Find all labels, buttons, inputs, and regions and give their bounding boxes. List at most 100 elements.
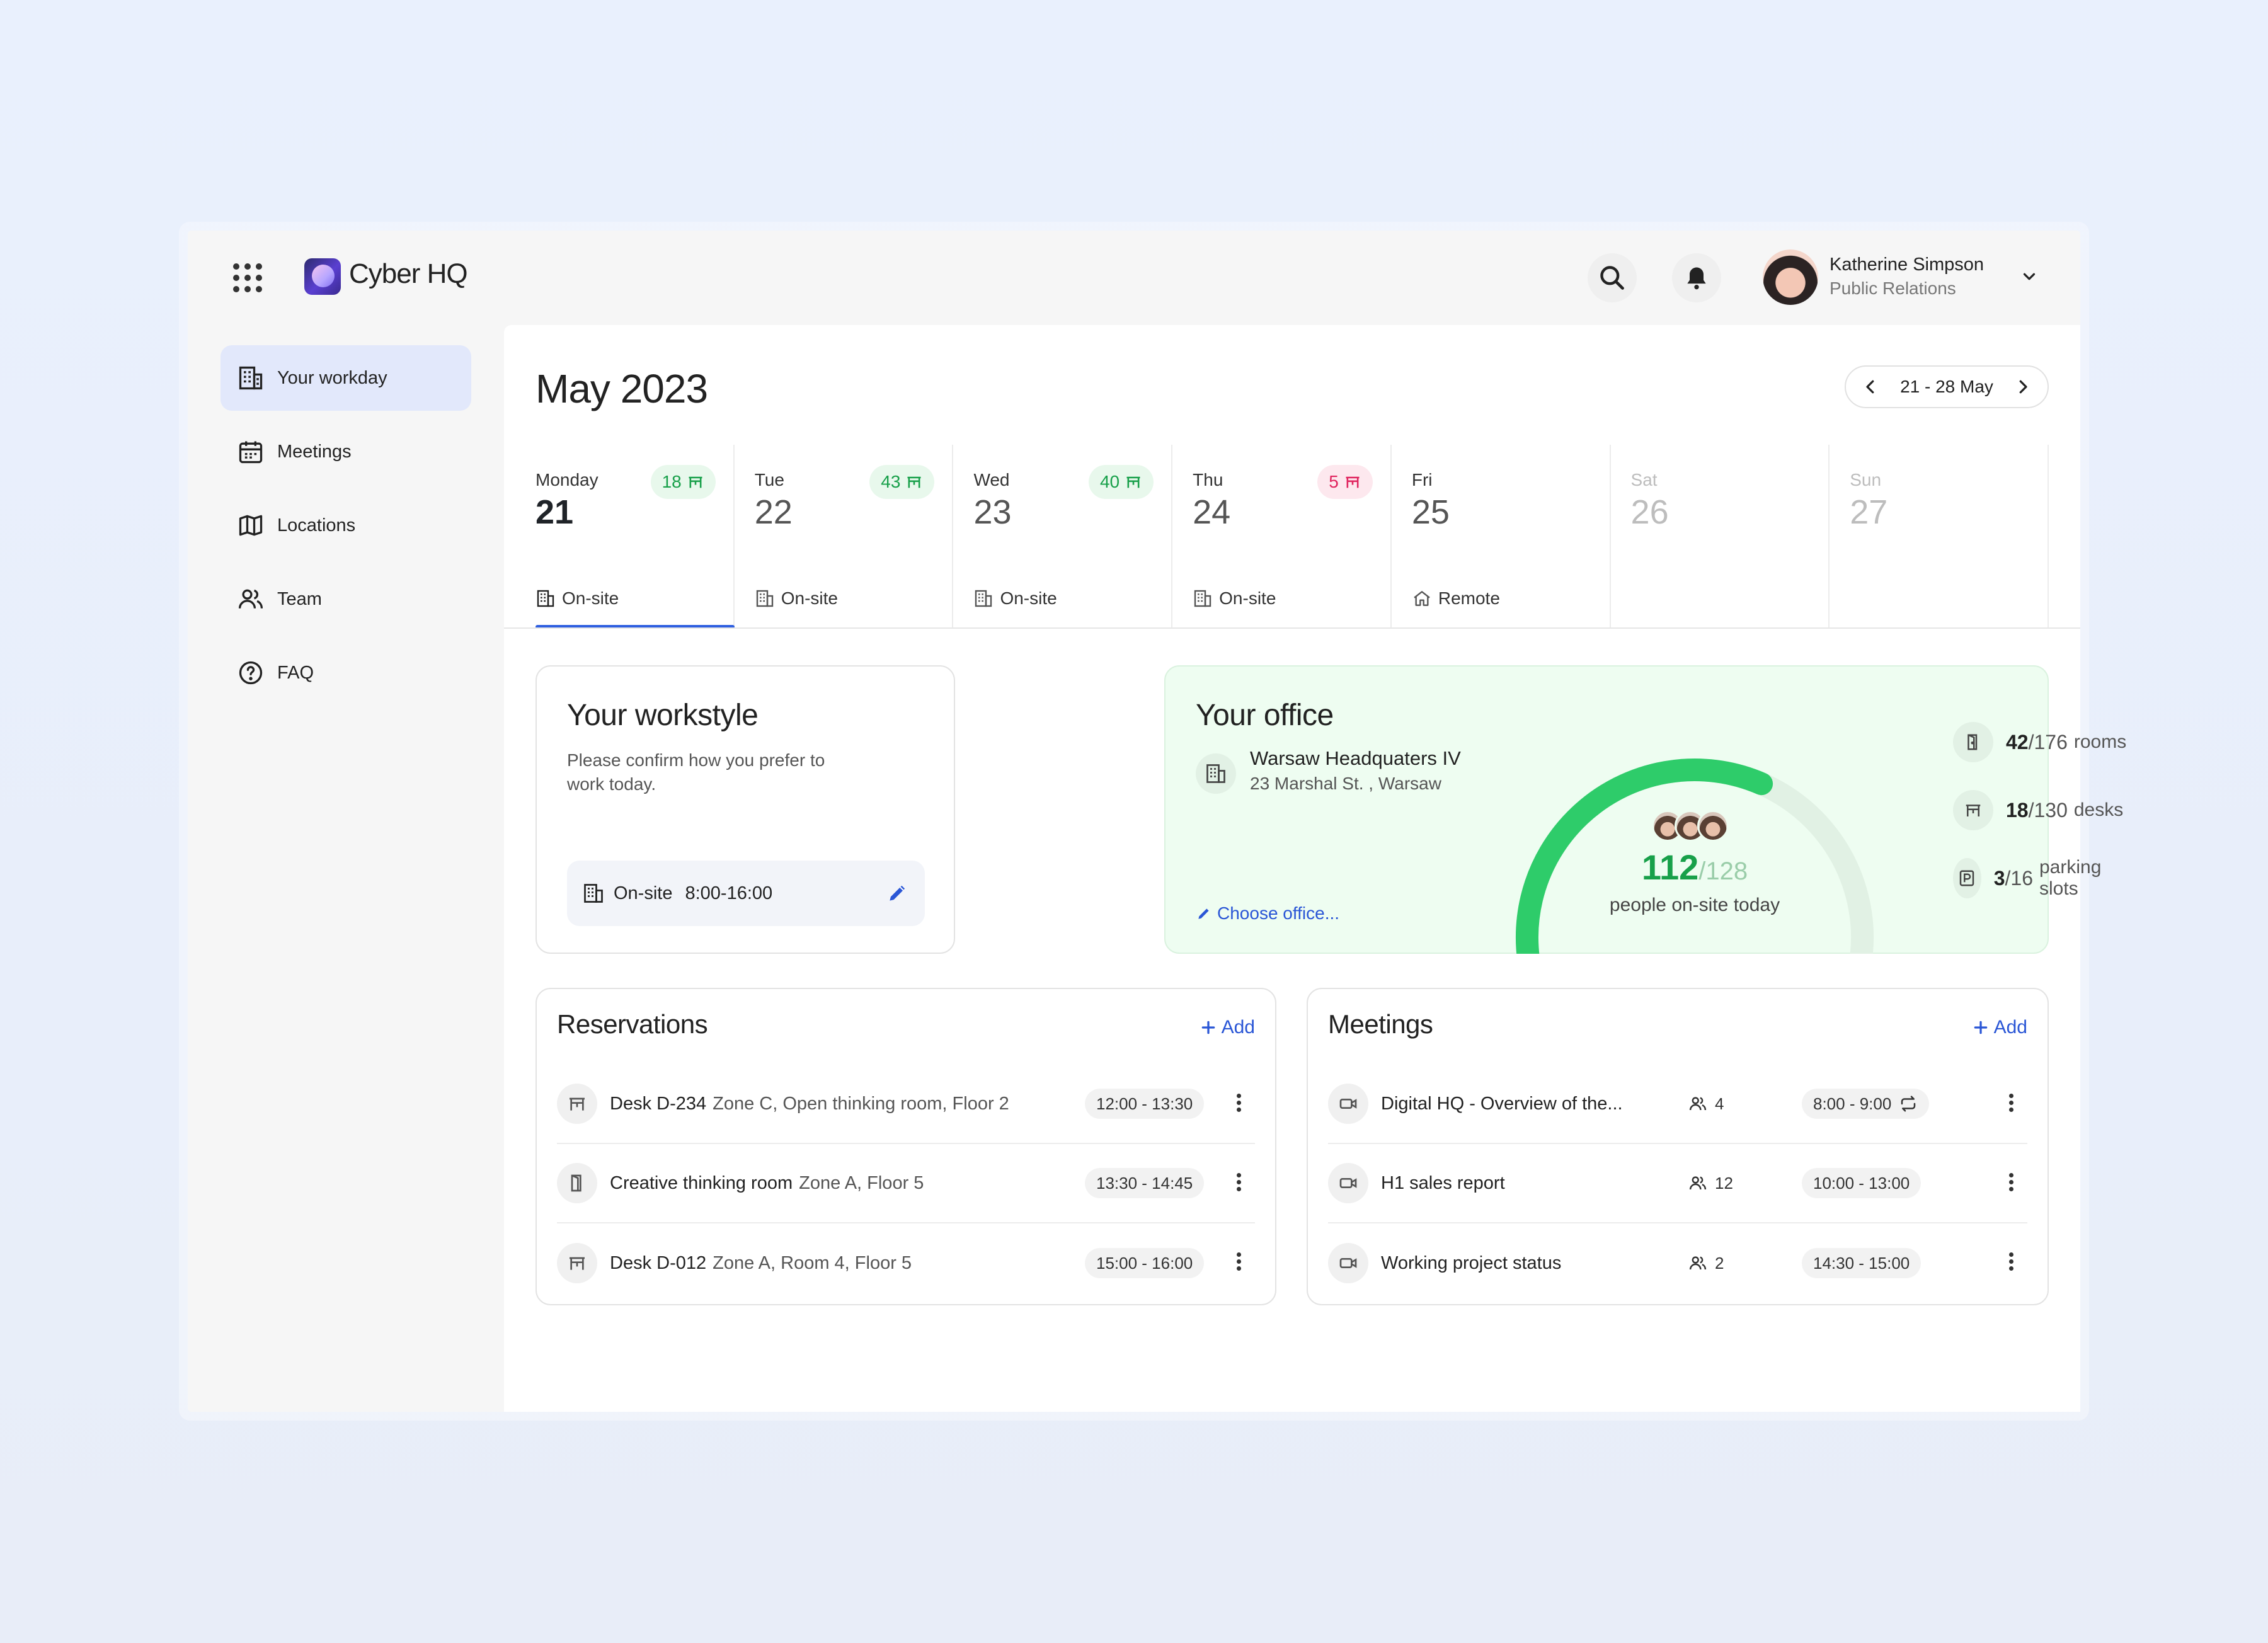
more-options-icon[interactable] bbox=[2009, 1172, 2013, 1193]
top-bar: Cyber HQ Katherine Simpson Public Relati… bbox=[188, 231, 2080, 325]
workstyle-card: Your workstyle Please confirm how you pr… bbox=[536, 665, 955, 954]
bell-icon bbox=[1687, 267, 1706, 290]
stat-parking: 3/16 parking slots bbox=[1953, 857, 2114, 899]
pencil-icon[interactable] bbox=[886, 881, 910, 905]
reservation-time: 15:00 - 16:00 bbox=[1085, 1248, 1205, 1278]
more-options-icon[interactable] bbox=[2009, 1092, 2013, 1113]
workstyle-title: Your workstyle bbox=[567, 699, 759, 732]
more-options-icon[interactable] bbox=[1237, 1172, 1241, 1193]
day-name: Sun bbox=[1850, 470, 1882, 489]
building-icon bbox=[756, 590, 773, 607]
sidebar-item-label: Meetings bbox=[277, 441, 352, 462]
day-tab-thursday[interactable]: Thu 24 5 On-site bbox=[1172, 445, 1392, 627]
day-number: 25 bbox=[1411, 493, 1450, 531]
office-address: 23 Marshal St. , Warsaw bbox=[1250, 774, 1441, 793]
user-role: Public Relations bbox=[1830, 278, 1956, 298]
chevron-right-icon[interactable] bbox=[2013, 377, 2032, 396]
video-camera-icon bbox=[1328, 1243, 1368, 1283]
list-item[interactable]: Desk D-234 Zone C, Open thinking room, F… bbox=[557, 1065, 1255, 1144]
day-tab-saturday[interactable]: Sat 26 bbox=[1611, 445, 1830, 627]
desk-icon bbox=[907, 476, 921, 488]
day-name: Sat bbox=[1630, 470, 1658, 489]
day-name: Monday bbox=[536, 470, 598, 489]
home-icon bbox=[1414, 591, 1430, 606]
sidebar-item-faq[interactable]: FAQ bbox=[220, 640, 471, 706]
day-workmode: On-site bbox=[536, 588, 619, 609]
sidebar-item-your-workday[interactable]: Your workday bbox=[220, 345, 471, 411]
day-tab-friday[interactable]: Fri 25 Remote bbox=[1392, 445, 1611, 627]
office-card: Your office Warsaw Headquaters IV 23 Mar… bbox=[1164, 665, 2126, 954]
list-item[interactable]: Digital HQ - Overview of the... 4 8:00 -… bbox=[1328, 1065, 2027, 1144]
sidebar-item-locations[interactable]: Locations bbox=[220, 493, 471, 558]
chevron-left-icon[interactable] bbox=[1861, 377, 1880, 396]
list-item[interactable]: H1 sales report 12 10:00 - 13:00 bbox=[1328, 1144, 2027, 1223]
search-icon bbox=[1600, 266, 1624, 290]
building-icon bbox=[1196, 753, 1236, 794]
desk-icon bbox=[1346, 476, 1360, 488]
workstyle-hours: 8:00-16:00 bbox=[685, 883, 773, 903]
desk-availability-badge: 40 bbox=[1088, 465, 1154, 499]
day-tab-sunday[interactable]: Sun 27 bbox=[1830, 445, 2049, 627]
app-logo bbox=[304, 258, 341, 295]
recurring-icon bbox=[1901, 1096, 1916, 1112]
list-item[interactable]: Working project status 2 14:30 - 15:00 bbox=[1328, 1223, 2027, 1303]
door-icon bbox=[557, 1163, 597, 1203]
day-number: 22 bbox=[754, 493, 793, 531]
day-workmode: On-site bbox=[755, 588, 838, 609]
workstyle-selector[interactable]: On-site 8:00-16:00 bbox=[567, 861, 925, 926]
list-item[interactable]: Creative thinking room Zone A, Floor 5 1… bbox=[557, 1144, 1255, 1223]
video-camera-icon bbox=[1328, 1084, 1368, 1124]
reservation-detail: Zone A, Floor 5 bbox=[799, 1172, 924, 1193]
day-number: 26 bbox=[1630, 493, 1669, 531]
user-avatar[interactable] bbox=[1763, 249, 1818, 305]
meeting-time: 14:30 - 15:00 bbox=[1802, 1248, 1922, 1278]
meeting-attendees: 2 bbox=[1688, 1254, 1724, 1273]
pencil-icon bbox=[1198, 908, 1209, 919]
search-button[interactable] bbox=[1588, 253, 1637, 302]
day-tab-tuesday[interactable]: Tue 22 43 On-site bbox=[735, 445, 954, 627]
workstyle-subtitle: Please confirm how you prefer to work to… bbox=[567, 750, 825, 794]
more-options-icon[interactable] bbox=[2009, 1251, 2013, 1272]
user-name: Katherine Simpson bbox=[1830, 255, 1984, 275]
calendar-icon bbox=[239, 441, 263, 464]
parking-icon bbox=[1960, 870, 1974, 886]
day-tab-wednesday[interactable]: Wed 23 40 On-site bbox=[953, 445, 1173, 627]
reservation-name: Desk D-012 bbox=[610, 1252, 707, 1273]
building-icon bbox=[1194, 590, 1211, 607]
user-menu-chevron-icon[interactable] bbox=[2020, 267, 2039, 289]
reservation-name: Creative thinking room bbox=[610, 1172, 793, 1193]
list-item[interactable]: Desk D-012 Zone A, Room 4, Floor 5 15:00… bbox=[557, 1223, 1255, 1303]
day-tab-monday[interactable]: Monday 21 18 On-site bbox=[536, 445, 735, 629]
desk-availability-badge: 18 bbox=[650, 465, 716, 499]
desk-icon bbox=[557, 1084, 597, 1124]
week-range-label: 21 - 28 May bbox=[1900, 377, 1993, 396]
reservation-time: 13:30 - 14:45 bbox=[1085, 1168, 1205, 1198]
sidebar: Your workday Meetings Locations Team FAQ bbox=[220, 345, 471, 714]
sidebar-item-meetings[interactable]: Meetings bbox=[220, 419, 471, 484]
meeting-time: 10:00 - 13:00 bbox=[1802, 1168, 1922, 1198]
sidebar-item-label: Locations bbox=[277, 515, 356, 535]
notifications-button[interactable] bbox=[1672, 253, 1721, 302]
meeting-name: Working project status bbox=[1381, 1252, 1562, 1273]
workstyle-mode: On-site bbox=[614, 883, 673, 903]
desk-icon bbox=[1966, 804, 1981, 816]
more-options-icon[interactable] bbox=[1237, 1092, 1241, 1113]
add-meeting-button[interactable]: Add bbox=[1973, 1017, 2027, 1038]
more-options-icon[interactable] bbox=[1237, 1251, 1241, 1272]
reservations-card: Reservations Add Desk D-234 Zone C, Open… bbox=[536, 988, 1276, 1305]
reservations-title: Reservations bbox=[557, 1009, 708, 1039]
sidebar-item-team[interactable]: Team bbox=[220, 566, 471, 632]
choose-office-link[interactable]: Choose office... bbox=[1196, 903, 1339, 924]
meeting-time: 8:00 - 9:00 bbox=[1802, 1089, 1930, 1119]
reservation-detail: Zone C, Open thinking room, Floor 2 bbox=[713, 1093, 1009, 1114]
meeting-attendees: 12 bbox=[1688, 1174, 1733, 1193]
app-grid-icon[interactable] bbox=[233, 263, 262, 292]
main-content: May 2023 21 - 28 May Monday 21 18 On-sit… bbox=[504, 325, 2126, 1412]
building-icon bbox=[239, 366, 263, 390]
office-name: Warsaw Headquaters IV bbox=[1250, 747, 1461, 769]
add-reservation-button[interactable]: Add bbox=[1200, 1017, 1255, 1038]
meetings-list: Digital HQ - Overview of the... 4 8:00 -… bbox=[1328, 1065, 2027, 1303]
sidebar-item-label: Team bbox=[277, 588, 322, 609]
stat-rooms: 42/176 rooms bbox=[1953, 722, 2126, 762]
day-name: Thu bbox=[1193, 470, 1223, 489]
